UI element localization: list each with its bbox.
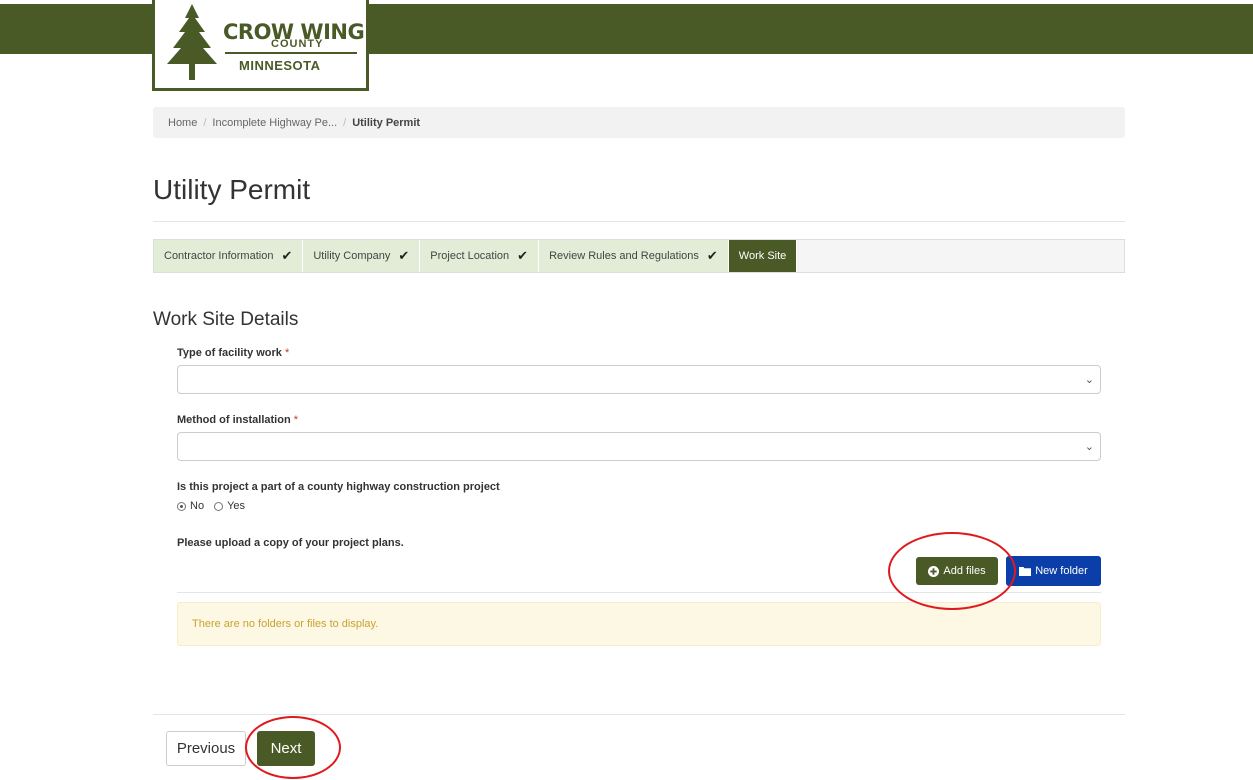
step-utility-company[interactable]: Utility Company ✔ <box>303 240 421 272</box>
breadcrumb-separator: / <box>343 116 347 129</box>
empty-files-message: There are no folders or files to display… <box>192 618 379 630</box>
installation-method-label-text: Method of installation <box>177 414 291 426</box>
required-marker: * <box>285 347 290 359</box>
previous-label: Previous <box>176 740 236 757</box>
step-review-rules[interactable]: Review Rules and Regulations ✔ <box>539 240 729 272</box>
previous-button[interactable]: Previous <box>166 731 246 766</box>
checkmark-icon: ✔ <box>706 248 718 263</box>
step-label: Project Location <box>430 250 510 262</box>
logo-subtitle: COUNTY <box>271 38 324 50</box>
facility-work-label-text: Type of facility work <box>177 347 282 359</box>
radio-no[interactable] <box>177 501 186 511</box>
radio-no-label[interactable]: No <box>190 500 204 512</box>
facility-work-label: Type of facility work * <box>177 347 289 359</box>
checkmark-icon: ✔ <box>517 248 529 263</box>
logo-state: MINNESOTA <box>239 58 321 73</box>
add-files-label: Add files <box>943 565 986 577</box>
section-title: Work Site Details <box>153 309 299 330</box>
checkmark-icon: ✔ <box>398 248 410 263</box>
breadcrumb-incomplete-permits[interactable]: Incomplete Highway Pe... <box>212 117 337 129</box>
logo-divider <box>225 52 357 54</box>
breadcrumb-current: Utility Permit <box>352 116 421 129</box>
breadcrumb-separator: / <box>203 116 207 129</box>
installation-method-label: Method of installation * <box>177 414 298 426</box>
new-folder-button[interactable]: New folder <box>1006 556 1101 586</box>
chevron-down-icon: ⌄ <box>1084 374 1094 386</box>
step-label: Work Site <box>738 250 787 262</box>
new-folder-label: New folder <box>1035 565 1088 577</box>
upload-divider <box>177 592 1101 593</box>
wizard-steps: Contractor Information ✔ Utility Company… <box>153 239 1125 273</box>
step-project-location[interactable]: Project Location ✔ <box>420 240 540 272</box>
county-project-radios: No Yes <box>177 500 245 512</box>
folder-icon <box>1019 567 1032 576</box>
page-title: Utility Permit <box>153 174 311 205</box>
step-label: Review Rules and Regulations <box>549 250 699 262</box>
county-project-label: Is this project a part of a county highw… <box>177 481 500 493</box>
radio-yes[interactable] <box>214 501 224 511</box>
radio-yes-label[interactable]: Yes <box>227 500 245 512</box>
step-label: Utility Company <box>313 250 391 262</box>
required-marker: * <box>293 414 299 426</box>
installation-method-select[interactable]: ⌄ <box>177 432 1101 461</box>
next-button[interactable]: Next <box>257 731 315 766</box>
upload-plans-label: Please upload a copy of your project pla… <box>177 537 404 549</box>
title-divider <box>153 221 1125 222</box>
step-contractor-information[interactable]: Contractor Information ✔ <box>154 240 304 272</box>
next-label: Next <box>270 740 302 757</box>
county-logo[interactable]: CROW WING COUNTY MINNESOTA <box>152 0 369 91</box>
empty-files-notice: There are no folders or files to display… <box>177 602 1101 646</box>
chevron-down-icon: ⌄ <box>1084 441 1094 453</box>
pine-tree-icon <box>167 4 217 80</box>
footer-divider <box>153 714 1125 715</box>
checkmark-icon: ✔ <box>281 248 293 263</box>
breadcrumb: Home / Incomplete Highway Pe... / Utilit… <box>153 107 1125 138</box>
plus-circle-icon <box>928 565 940 577</box>
step-work-site[interactable]: Work Site <box>728 240 798 272</box>
step-label: Contractor Information <box>164 250 274 262</box>
add-files-button[interactable]: Add files <box>916 557 998 585</box>
facility-work-select[interactable]: ⌄ <box>177 365 1101 394</box>
breadcrumb-home[interactable]: Home <box>168 117 197 129</box>
